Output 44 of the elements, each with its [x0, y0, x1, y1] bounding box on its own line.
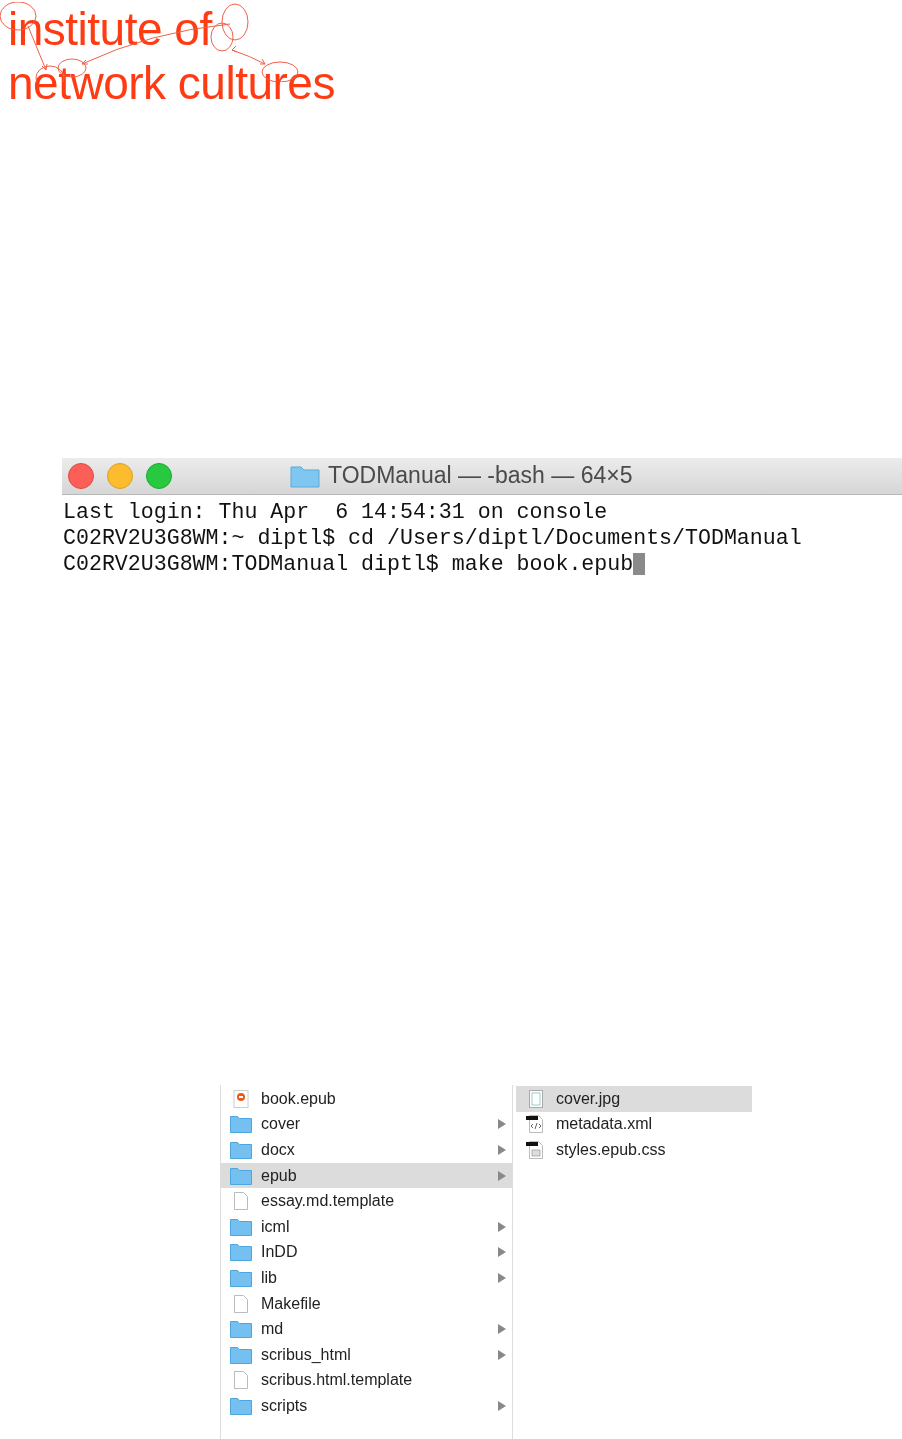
file-list-item[interactable]: epub: [221, 1162, 512, 1189]
epub-file-icon: [230, 1089, 252, 1108]
file-list-item[interactable]: scribus.html.template: [221, 1367, 512, 1394]
logo-text: network cultures: [8, 56, 335, 110]
disclosure-arrow-icon: [498, 1170, 506, 1181]
close-button[interactable]: [68, 463, 94, 489]
disclosure-arrow-icon: [498, 1349, 506, 1360]
folder-icon: [230, 1243, 252, 1262]
terminal-line: C02RV2U3G8WM:TODManual diptl$ make book.epub: [63, 552, 634, 576]
minimize-button[interactable]: [107, 463, 133, 489]
folder-icon: [230, 1396, 252, 1415]
file-list-item[interactable]: metadata.xml: [516, 1111, 752, 1138]
file-list-item[interactable]: essay.md.template: [221, 1188, 512, 1214]
terminal-line: C02RV2U3G8WM:~ diptl$ cd /Users/diptl/Documents/TODManual: [63, 526, 802, 550]
folder-icon: [230, 1268, 252, 1287]
folder-icon: [230, 1320, 252, 1339]
file-list-item[interactable]: icml: [221, 1213, 512, 1240]
file-list-item[interactable]: book.epub: [221, 1086, 512, 1112]
file-list-item[interactable]: Makefile: [221, 1290, 512, 1317]
folder-icon: [230, 1217, 252, 1236]
window-title: TODManual — -bash — 64×5: [328, 462, 633, 489]
folder-icon: [230, 1141, 252, 1159]
file-list-item[interactable]: md: [221, 1316, 512, 1342]
file-list-item[interactable]: scripts: [221, 1393, 512, 1419]
disclosure-arrow-icon: [498, 1247, 506, 1258]
disclosure-arrow-icon: [498, 1145, 506, 1155]
terminal-line: Last login: Thu Apr 6 14:54:31 on console: [63, 500, 608, 524]
folder-icon: [230, 1115, 252, 1134]
disclosure-arrow-icon: [498, 1221, 506, 1232]
file-list-item[interactable]: scribus_html: [221, 1341, 512, 1368]
file-list-item[interactable]: InDD: [221, 1239, 512, 1266]
folder-icon: [290, 463, 320, 488]
file-list-item[interactable]: styles.epub.css: [516, 1137, 752, 1163]
file-list-item[interactable]: cover: [221, 1111, 512, 1138]
file-list-item[interactable]: lib: [221, 1265, 512, 1291]
disclosure-arrow-icon: [498, 1400, 506, 1411]
disclosure-arrow-icon: [498, 1324, 506, 1335]
folder-icon: [230, 1345, 252, 1364]
zoom-button[interactable]: [146, 463, 172, 489]
file-list-item[interactable]: cover.jpg: [516, 1086, 752, 1112]
disclosure-arrow-icon: [498, 1272, 506, 1283]
disclosure-arrow-icon: [498, 1119, 506, 1130]
file-list-item[interactable]: docx: [221, 1137, 512, 1163]
folder-icon: [230, 1166, 252, 1185]
